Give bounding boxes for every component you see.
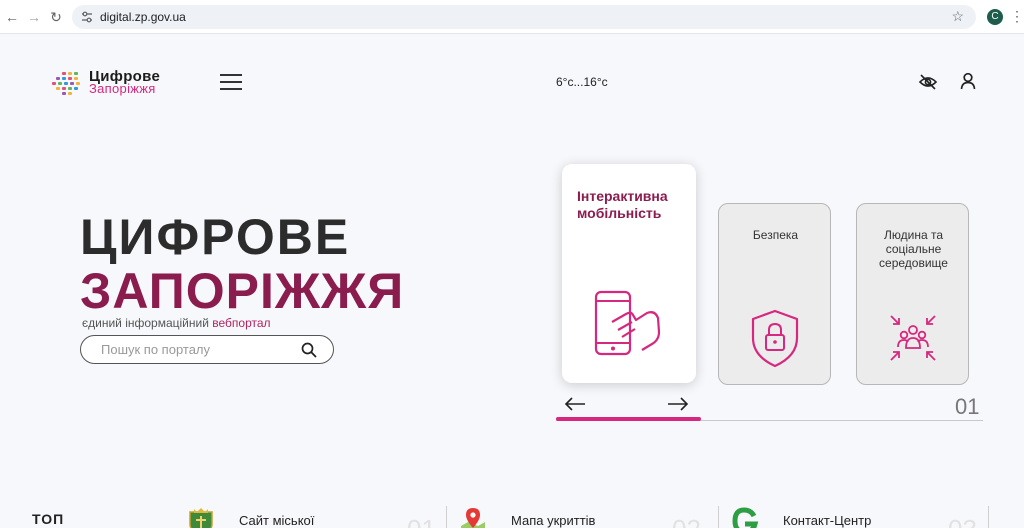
service-number: 02	[672, 514, 701, 528]
hero-title-line1: ЦИФРОВЕ	[80, 209, 351, 265]
hamburger-menu-icon[interactable]	[220, 74, 242, 90]
card-title: Людина та соціальне середовище	[879, 228, 948, 270]
card-title: Інтерактивна мобільність	[577, 188, 668, 221]
profile-avatar[interactable]: C	[987, 9, 1003, 25]
tagline-accent: вебпортал	[212, 316, 271, 330]
service-shelter-map[interactable]: Мапа укриттів 02	[458, 506, 713, 528]
service-contact-center[interactable]: Контакт-Центр 03	[730, 506, 990, 528]
card-social-environment[interactable]: Людина та соціальне середовище	[856, 203, 969, 385]
slider-progress-fill	[556, 417, 701, 421]
slider-prev-arrow-icon[interactable]	[564, 396, 586, 412]
forward-button[interactable]: →	[26, 9, 42, 25]
map-pin-icon	[461, 508, 485, 528]
service-divider	[446, 506, 447, 528]
browser-menu-icon[interactable]: ⋮	[1010, 8, 1024, 24]
search-icon[interactable]	[301, 342, 317, 358]
service-label: Мапа укриттів	[511, 513, 596, 528]
bookmark-star-icon[interactable]: ☆	[951, 8, 964, 25]
shield-lock-icon	[751, 309, 799, 368]
touchscreen-hand-icon	[594, 290, 661, 356]
browser-toolbar: ← → ↻ digital.zp.gov.ua ☆ C ⋮	[0, 0, 1024, 34]
search-box[interactable]	[80, 335, 334, 364]
service-city-site[interactable]: Сайт міської 01	[186, 506, 441, 528]
card-title: Безпека	[752, 228, 799, 242]
url-text[interactable]: digital.zp.gov.ua	[100, 10, 186, 24]
hero-title-line2: ЗАПОРІЖЖЯ	[80, 263, 405, 319]
hero-tagline: єдиний інформаційний вебпортал	[82, 316, 271, 330]
accessibility-eye-off-icon[interactable]	[918, 72, 938, 92]
weather-widget: 6°с...16°с	[556, 75, 608, 89]
city-coat-of-arms-icon	[189, 508, 213, 528]
top-services-label: ТОП	[32, 511, 65, 527]
contact-center-icon	[732, 507, 759, 528]
service-divider	[718, 506, 719, 528]
people-group-icon	[890, 315, 936, 361]
service-number: 03	[948, 514, 977, 528]
service-divider	[988, 506, 989, 528]
user-account-icon[interactable]	[958, 71, 978, 91]
card-security[interactable]: Безпека	[718, 203, 831, 385]
search-input[interactable]	[101, 341, 301, 358]
site-logo[interactable]: Цифрове Запоріжжя	[52, 68, 182, 98]
service-number: 01	[407, 514, 436, 528]
site-info-icon[interactable]	[80, 10, 94, 24]
reload-button[interactable]: ↻	[48, 9, 64, 25]
logo-text-line2: Запоріжжя	[89, 81, 156, 96]
back-button[interactable]: ←	[4, 9, 20, 25]
service-label: Сайт міської	[239, 513, 315, 528]
address-bar[interactable]: digital.zp.gov.ua ☆	[72, 5, 976, 29]
logo-mark-icon	[52, 72, 80, 95]
slide-counter: 01	[955, 394, 980, 419]
card-interactive-mobility[interactable]: Інтерактивна мобільність	[562, 164, 696, 383]
slider-next-arrow-icon[interactable]	[667, 396, 689, 412]
tagline-prefix: єдиний інформаційний	[82, 316, 213, 330]
service-label: Контакт-Центр	[783, 513, 872, 528]
